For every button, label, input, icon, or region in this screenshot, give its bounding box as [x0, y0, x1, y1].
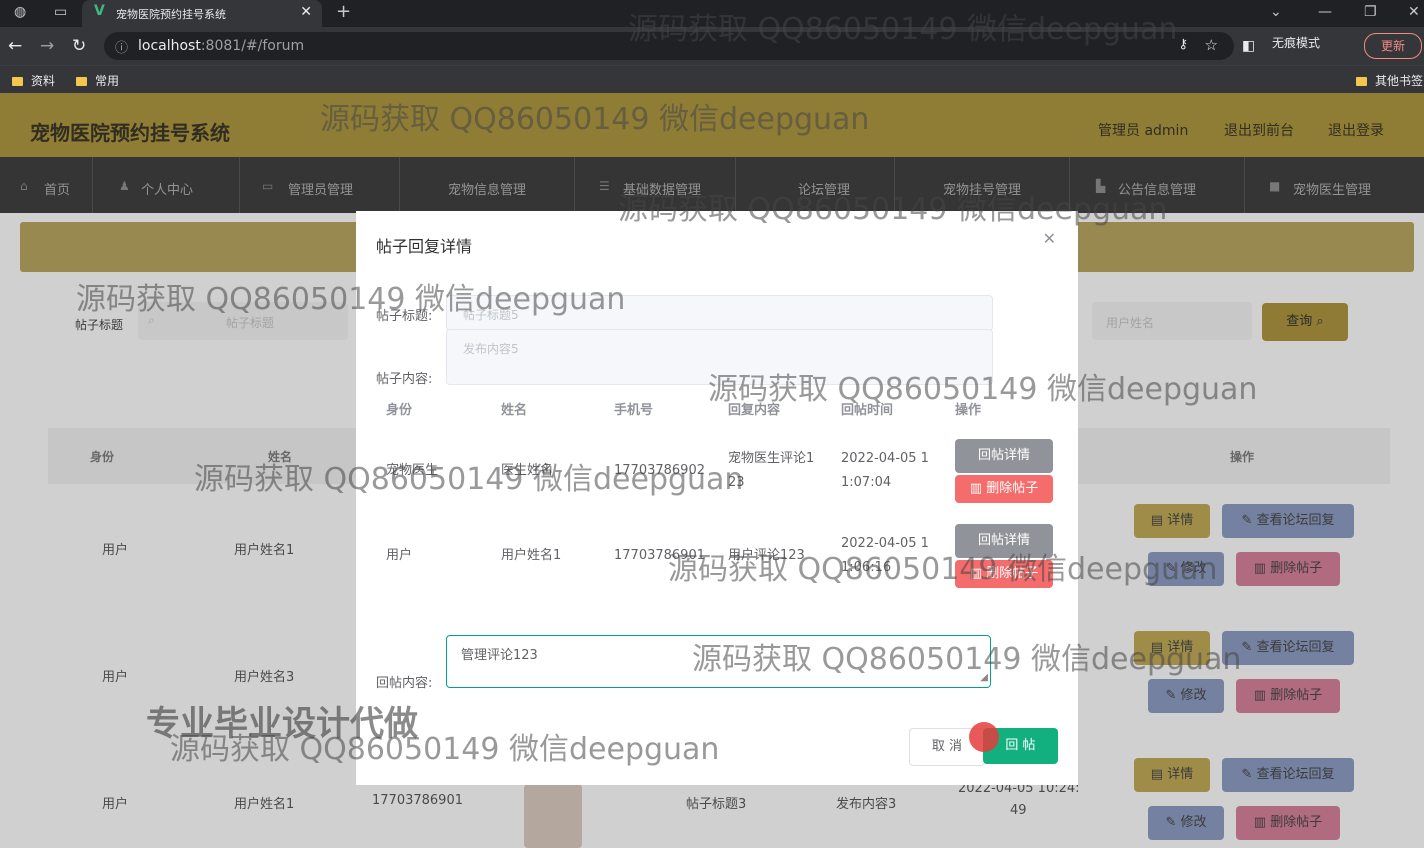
reply-content-label: 回帖内容:: [376, 676, 433, 691]
watermark-9: 源码获取 QQ86050149 微信deepguan: [170, 732, 720, 767]
url-host: localhost: [138, 38, 201, 54]
bookmark-folder-changyong[interactable]: 常用: [76, 72, 119, 89]
watermark-1: 源码获取 QQ86050149 微信deepguan: [628, 12, 1178, 47]
maximize-icon[interactable]: ❐: [1364, 4, 1377, 20]
reply-col-name: 姓名: [501, 403, 528, 418]
url-path: :8081/#/forum: [200, 38, 305, 54]
reply2-identity: 用户: [386, 548, 413, 563]
reload-icon[interactable]: ↻: [72, 36, 86, 56]
update-button[interactable]: 更新: [1364, 33, 1422, 59]
folder-icon: [12, 77, 23, 86]
tab-groups-icon[interactable]: ▭: [54, 4, 67, 20]
vue-logo-icon: V: [94, 3, 105, 19]
active-tab[interactable]: V 宠物医院预约挂号系统 ✕: [82, 0, 322, 27]
other-bookmarks[interactable]: 其他书签: [1356, 72, 1423, 89]
bookmarks-bar: 资料 常用 其他书签: [0, 65, 1424, 94]
forward-icon[interactable]: →: [40, 36, 54, 56]
new-tab-icon[interactable]: +: [336, 1, 351, 22]
folder-icon: [1356, 77, 1367, 86]
reply-col-phone: 手机号: [614, 403, 654, 418]
bookmark-folder-ziliao[interactable]: 资料: [12, 72, 55, 89]
side-panel-icon[interactable]: ◧: [1242, 38, 1255, 54]
tab-title: 宠物医院预约挂号系统: [116, 8, 226, 21]
click-indicator: [969, 722, 999, 752]
reply-col-identity: 身份: [386, 403, 413, 418]
close-window-icon[interactable]: ✕: [1408, 4, 1420, 20]
watermark-6: 源码获取 QQ86050149 微信deepguan: [194, 462, 744, 497]
watermark-4: 源码获取 QQ86050149 微信deepguan: [76, 282, 626, 317]
post-content-label: 帖子内容:: [376, 372, 433, 387]
watermark-7: 源码获取 QQ86050149 微信deepguan: [668, 552, 1218, 587]
reply1-delete-button[interactable]: ▥ 删除帖子: [955, 475, 1053, 503]
incognito-badge: 无痕模式: [1272, 36, 1321, 50]
bookmark-star-icon[interactable]: ☆: [1205, 36, 1218, 54]
reply1-time-cont: 1:07:04: [841, 475, 892, 490]
close-tab-icon[interactable]: ✕: [300, 4, 312, 20]
watermark-8: 源码获取 QQ86050149 微信deepguan: [692, 642, 1242, 677]
watermark-2: 源码获取 QQ86050149 微信deepguan: [320, 102, 870, 137]
close-icon[interactable]: ✕: [1043, 229, 1056, 248]
folder-icon: [76, 77, 87, 86]
minimize-icon[interactable]: —: [1318, 4, 1332, 20]
browser-menu-icon[interactable]: ◍: [14, 4, 26, 20]
dialog-title: 帖子回复详情: [376, 237, 473, 256]
reply2-name: 用户姓名1: [501, 548, 562, 563]
password-key-icon[interactable]: ⚷: [1178, 37, 1188, 52]
watermark-3: 源码获取 QQ86050149 微信deepguan: [618, 192, 1168, 227]
reply1-time: 2022-04-05 1: [841, 451, 929, 466]
site-info-icon[interactable]: ⓘ: [115, 37, 128, 56]
tab-search-icon[interactable]: ⌄: [1270, 4, 1282, 20]
watermark-5: 源码获取 QQ86050149 微信deepguan: [708, 372, 1258, 407]
reply1-detail-button[interactable]: 回帖详情: [955, 439, 1053, 473]
back-icon[interactable]: ←: [8, 36, 22, 56]
